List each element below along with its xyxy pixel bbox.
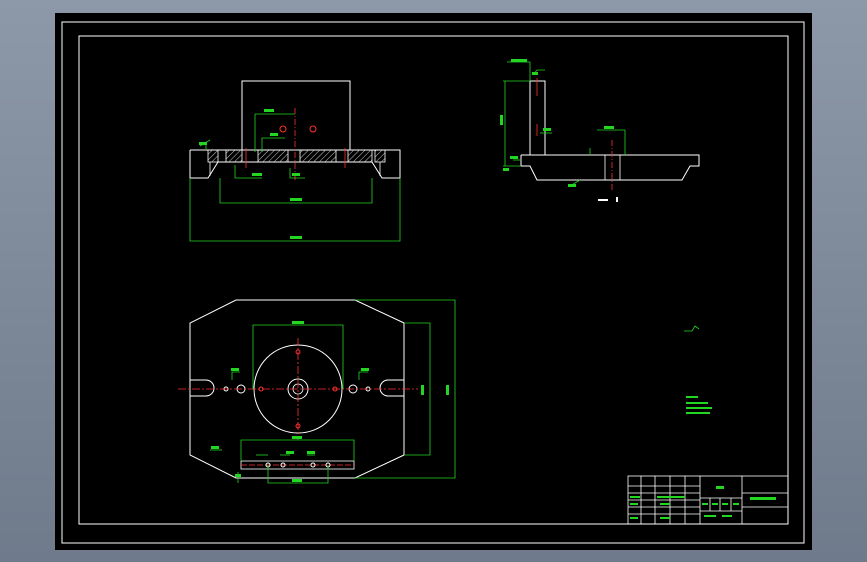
dim-label [361, 368, 369, 371]
cad-drawing [61, 21, 805, 544]
cad-viewport[interactable] [55, 13, 812, 550]
dim-label [510, 156, 518, 159]
dim-label [231, 368, 239, 371]
section-mark [598, 199, 608, 201]
surface-roughness-note [684, 325, 700, 332]
dim-label [235, 474, 241, 477]
dim-label [292, 321, 304, 324]
dim-label [532, 72, 538, 75]
dim-label [211, 446, 219, 449]
dim-label [604, 126, 614, 129]
dim-label [270, 133, 278, 136]
dim-label [252, 173, 262, 176]
top-view [178, 299, 456, 484]
dim-label [568, 184, 576, 187]
dim-label [292, 173, 300, 176]
dim-label [286, 451, 294, 454]
dim-label [292, 436, 302, 439]
outer-frame [61, 21, 805, 544]
inner-frame [78, 35, 789, 525]
dim-label [264, 109, 274, 112]
dim-label [500, 115, 503, 125]
dim-label [446, 385, 449, 395]
dim-label [421, 385, 424, 395]
technical-requirements-note [686, 396, 712, 414]
side-view [500, 59, 700, 202]
dim-label [292, 479, 302, 482]
dim-label [511, 59, 527, 62]
dim-label [290, 198, 302, 201]
section-mark [616, 197, 618, 202]
dim-label [307, 451, 315, 454]
dim-label [199, 142, 207, 145]
dim-label [503, 168, 509, 171]
dim-label [543, 128, 551, 131]
dim-label [290, 236, 302, 239]
front-view [189, 80, 401, 242]
